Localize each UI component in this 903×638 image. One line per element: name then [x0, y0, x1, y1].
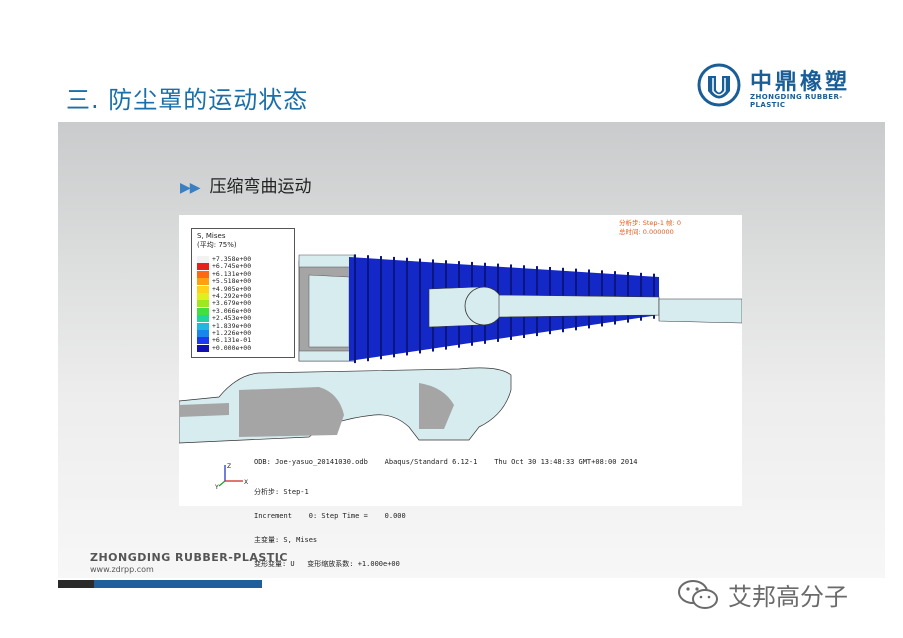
step-detail-line: 分析步: Step-1: [254, 488, 309, 496]
legend-swatch: [197, 293, 209, 300]
fea-simulation-image: S, Mises (平均: 75%) +7.358e+00 +6.745e+00 +…: [179, 215, 742, 568]
legend-value: +0.000e+00: [212, 343, 252, 352]
footer-bar-dark: [58, 580, 94, 588]
legend-swatch: [197, 278, 209, 286]
legend-header: S, Mises (平均: 75%): [197, 232, 237, 250]
section-subtitle: ▶▶ 压缩弯曲运动: [180, 172, 312, 197]
legend-variable: S, Mises: [197, 232, 226, 240]
subtitle-text: 压缩弯曲运动: [209, 177, 312, 197]
legend-swatch: [197, 344, 209, 352]
wechat-icon: [678, 580, 718, 609]
logo-emblem-icon: [697, 63, 741, 107]
company-logo: 中鼎橡塑 ZHONGDING RUBBER-PLASTIC: [696, 62, 866, 109]
step-info-line: 总时间: 0.000000: [619, 228, 674, 236]
legend-swatch: [197, 300, 209, 308]
watermark: 艾邦高分子: [676, 577, 886, 613]
slide-title: 三. 防尘罩的运动状态: [66, 86, 309, 114]
step-info-line: 分析步: Step-1 帧: 0: [619, 219, 681, 227]
stress-legend: S, Mises (平均: 75%) +7.358e+00 +6.745e+00 +…: [191, 228, 295, 358]
legend-swatch: [197, 315, 209, 323]
step-details: 分析步: Step-1 Increment 0: Step Time = 0.0…: [254, 472, 406, 584]
footer-bar-blue: [94, 580, 262, 588]
step-detail-line: Increment 0: Step Time = 0.000: [254, 512, 406, 520]
legend-swatch: [197, 285, 209, 293]
triad-label: X: [244, 479, 248, 486]
legend-swatch: [197, 337, 209, 345]
footer-url: www.zdrpp.com: [90, 565, 154, 574]
logo-english-name: ZHONGDING RUBBER-PLASTIC: [750, 93, 843, 109]
triad-label: Z: [227, 463, 231, 470]
legend-average: (平均: 75%): [197, 241, 237, 249]
odb-info: ODB: Joe-yasuo_20141030.odb Abaqus/Stand…: [254, 458, 638, 466]
step-info: 分析步: Step-1 帧: 0 总时间: 0.000000: [619, 219, 681, 237]
axis-triad-icon: Z X Y: [215, 463, 248, 489]
legend-swatch: [197, 270, 209, 278]
logo-chinese-name: 中鼎橡塑: [750, 70, 851, 95]
legend-swatch: [197, 256, 209, 263]
legend-swatch: [197, 330, 209, 337]
triad-label: Y: [215, 484, 219, 489]
double-arrow-icon: ▶▶: [180, 180, 201, 196]
legend-swatch: [197, 263, 209, 271]
legend-swatch: [197, 322, 209, 330]
watermark-text: 艾邦高分子: [728, 583, 848, 611]
step-detail-line: 主变量: S, Mises: [254, 536, 318, 544]
legend-swatch: [197, 307, 209, 315]
footer-brand: ZHONGDING RUBBER-PLASTIC: [90, 551, 288, 564]
